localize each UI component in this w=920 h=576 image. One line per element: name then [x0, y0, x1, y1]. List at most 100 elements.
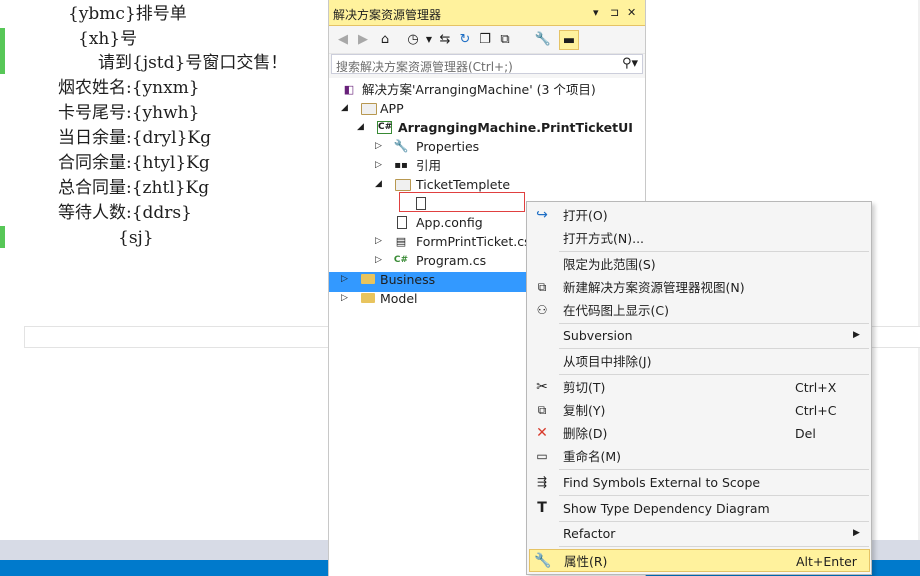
tree-item-label: FormPrintTicket.cs	[416, 234, 531, 249]
expanded-arrow-icon[interactable]: ◢	[341, 99, 351, 118]
menu-separator	[559, 495, 869, 496]
rename-icon: ▭	[536, 449, 548, 463]
folder-icon	[361, 293, 375, 303]
find-symbols-icon: ⇶	[536, 475, 548, 489]
menu-item-scope[interactable]: 限定为此范围(S)	[527, 253, 871, 276]
collapsed-arrow-icon[interactable]: ▷	[375, 251, 385, 270]
menu-item-refactor[interactable]: Refactor ▶	[527, 522, 871, 545]
menu-item-label: Find Symbols External to Scope	[563, 475, 761, 490]
context-menu: ↪ 打开(O) 打开方式(N)... 限定为此范围(S) ⧉ 新建解决方案资源管…	[526, 201, 872, 575]
tree-item-solution[interactable]: ◧ 解决方案'ArrangingMachine' (3 个项目)	[329, 80, 645, 99]
menu-item-cut[interactable]: ✂ 剪切(T) Ctrl+X	[527, 376, 871, 399]
solution-explorer-toolbar: ◀ ▶ ⌂ ◷ ▼ ⇆ ↻ ❐ ⧉ 🔧 ▬	[329, 26, 645, 54]
window-position-dropdown-icon[interactable]: ▾	[593, 6, 599, 19]
tree-item-label: App.config	[416, 215, 483, 230]
close-icon[interactable]: ✕	[627, 6, 636, 19]
shortcut-label: Ctrl+C	[795, 403, 837, 418]
menu-item-new-view[interactable]: ⧉ 新建解决方案资源管理器视图(N)	[527, 276, 871, 299]
editor-line: 等待人数:{ddrs}	[58, 203, 192, 223]
tree-item-label: ArragngingMachine.PrintTicketUI	[398, 120, 633, 135]
solution-icon: ◧	[343, 83, 355, 96]
shortcut-label: Alt+Enter	[796, 554, 857, 569]
menu-item-label: 打开方式(N)...	[563, 231, 645, 246]
tree-item-label: Model	[380, 291, 418, 306]
wrench-icon: 🔧	[534, 553, 552, 569]
tree-item-label: Business	[380, 272, 436, 287]
menu-item-rename[interactable]: ▭ 重命名(M)	[527, 445, 871, 468]
menu-item-label: Refactor	[563, 526, 616, 541]
tree-item-project[interactable]: ◢ C# ArragngingMachine.PrintTicketUI	[329, 118, 645, 137]
menu-item-label: 重命名(M)	[563, 449, 622, 464]
shortcut-label: Ctrl+X	[795, 380, 837, 395]
auto-hide-pin-icon[interactable]: ⊐	[610, 6, 619, 19]
menu-item-code-map[interactable]: ⚇ 在代码图上显示(C)	[527, 299, 871, 322]
collapsed-arrow-icon[interactable]: ▷	[375, 156, 385, 175]
menu-item-delete[interactable]: ✕ 删除(D) Del	[527, 422, 871, 445]
change-marker	[0, 226, 5, 248]
preview-selected-items-icon[interactable]: ▬	[559, 30, 579, 50]
search-icon[interactable]: ⚲▾	[622, 56, 638, 71]
open-icon: ↪	[536, 207, 548, 223]
editor-line: {ybmc}排号单	[68, 4, 187, 24]
folder-open-icon	[395, 179, 411, 191]
menu-item-label: 在代码图上显示(C)	[563, 303, 669, 318]
collapsed-arrow-icon[interactable]: ▷	[375, 137, 385, 156]
editor-line: 当日余量:{dryl}Kg	[58, 128, 211, 148]
text-editor[interactable]: {ybmc}排号单 {xh}号 请到{jstd}号窗口交售！ 烟农姓名:{ynx…	[0, 0, 328, 540]
copy-icon: ⧉	[537, 403, 547, 417]
shortcut-label: Del	[795, 426, 816, 441]
menu-item-copy[interactable]: ⧉ 复制(Y) Ctrl+C	[527, 399, 871, 422]
show-all-files-icon[interactable]: ⧉	[495, 30, 515, 50]
collapsed-arrow-icon[interactable]: ▷	[375, 232, 385, 251]
sync-with-document-icon[interactable]: ⇆	[435, 30, 455, 50]
references-icon: ▪▪	[394, 160, 408, 171]
search-input[interactable]: 搜索解决方案资源管理器(Ctrl+;) ⚲▾	[331, 54, 643, 74]
menu-item-open-with[interactable]: 打开方式(N)...	[527, 227, 871, 250]
menu-item-label: 新建解决方案资源管理器视图(N)	[563, 280, 745, 295]
home-icon[interactable]: ⌂	[375, 30, 395, 50]
editor-line: 烟农姓名:{ynxm}	[58, 78, 200, 98]
submenu-arrow-icon: ▶	[853, 528, 860, 538]
expanded-arrow-icon[interactable]: ◢	[375, 175, 385, 194]
menu-item-label: Show Type Dependency Diagram	[563, 501, 770, 516]
menu-item-label: 从项目中排除(J)	[563, 354, 652, 369]
menu-item-type-dependency[interactable]: T Show Type Dependency Diagram	[527, 497, 871, 520]
tree-item-properties[interactable]: ▷ 🔧 Properties	[329, 137, 645, 156]
tree-item-label: Program.cs	[416, 253, 487, 268]
type-dependency-icon: T	[537, 500, 547, 516]
back-icon[interactable]: ◀	[333, 30, 353, 50]
menu-item-open[interactable]: ↪ 打开(O)	[527, 204, 871, 227]
forward-icon[interactable]: ▶	[353, 30, 373, 50]
editor-line: {xh}号	[78, 29, 138, 49]
collapse-all-icon[interactable]: ❐	[475, 30, 495, 50]
menu-item-subversion[interactable]: Subversion ▶	[527, 324, 871, 347]
csharp-file-icon: C#	[393, 255, 409, 265]
new-view-icon: ⧉	[537, 280, 547, 294]
menu-item-label: 复制(Y)	[563, 403, 606, 418]
tree-item-label: 解决方案'ArrangingMachine' (3 个项目)	[362, 82, 596, 97]
menu-separator	[559, 251, 869, 252]
collapsed-arrow-icon[interactable]: ▷	[341, 270, 351, 289]
menu-item-label: 限定为此范围(S)	[563, 257, 656, 272]
tree-item-references[interactable]: ▷ ▪▪ 引用	[329, 156, 645, 175]
collapsed-arrow-icon[interactable]: ▷	[341, 289, 351, 308]
refresh-icon[interactable]: ↻	[455, 30, 475, 50]
expanded-arrow-icon[interactable]: ◢	[357, 118, 367, 137]
menu-item-exclude[interactable]: 从项目中排除(J)	[527, 350, 871, 373]
tree-item-app[interactable]: ◢ APP	[329, 99, 645, 118]
solution-explorer-title-bar[interactable]: 解决方案资源管理器 ▾ ⊐ ✕	[329, 0, 645, 26]
menu-item-properties[interactable]: 🔧 属性(R) Alt+Enter	[529, 549, 870, 572]
tree-item-label: 排号机小票.txt	[433, 196, 517, 211]
properties-wrench-icon[interactable]: 🔧	[533, 30, 553, 50]
code-map-icon: ⚇	[536, 303, 548, 317]
delete-x-icon: ✕	[536, 425, 548, 441]
folder-icon	[361, 274, 375, 284]
editor-line: 卡号尾号:{yhwh}	[58, 103, 200, 123]
panel-title: 解决方案资源管理器	[333, 8, 442, 22]
menu-separator	[559, 348, 869, 349]
editor-line: 合同余量:{htyl}Kg	[58, 153, 210, 173]
menu-item-label: 删除(D)	[563, 426, 608, 441]
menu-item-find-symbols[interactable]: ⇶ Find Symbols External to Scope	[527, 471, 871, 494]
editor-line: {sj}	[118, 228, 154, 248]
menu-separator	[559, 546, 869, 547]
